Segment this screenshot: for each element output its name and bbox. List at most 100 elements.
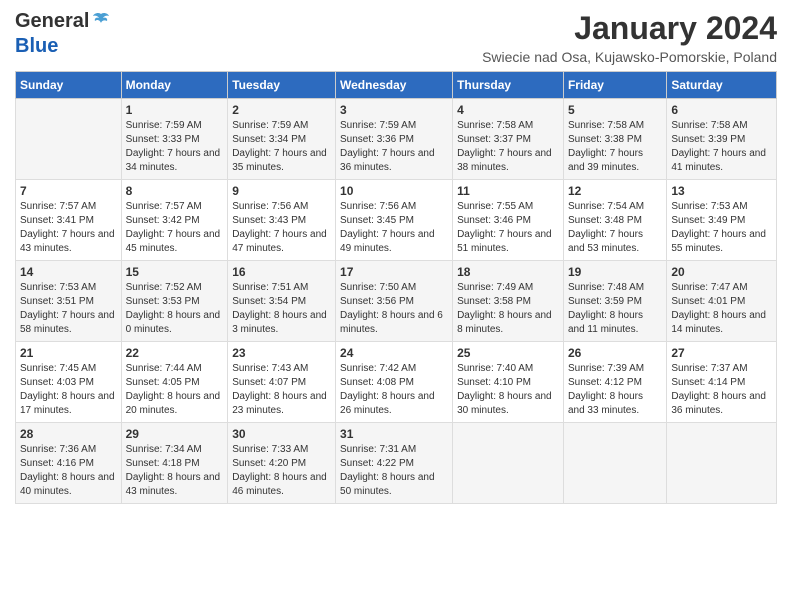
cell-1-6: 5 Sunrise: 7:58 AMSunset: 3:38 PMDaylight… xyxy=(563,99,666,180)
week-row-1: 1 Sunrise: 7:59 AMSunset: 3:33 PMDaylight… xyxy=(16,99,777,180)
cell-1-4: 3 Sunrise: 7:59 AMSunset: 3:36 PMDaylight… xyxy=(336,99,453,180)
header-sunday: Sunday xyxy=(16,72,122,99)
day-number: 11 xyxy=(457,184,559,198)
week-row-4: 21 Sunrise: 7:45 AMSunset: 4:03 PMDayligh… xyxy=(16,342,777,423)
header-tuesday: Tuesday xyxy=(228,72,336,99)
day-info: Sunrise: 7:34 AMSunset: 4:18 PMDaylight:… xyxy=(126,443,224,499)
cell-2-7: 13Sunrise: 7:53 AMSunset: 3:49 PMDayligh… xyxy=(667,180,777,261)
day-number: 2 xyxy=(232,103,331,117)
cell-4-1: 21 Sunrise: 7:45 AMSunset: 4:03 PMDayligh… xyxy=(16,342,122,423)
day-number: 25 xyxy=(457,346,559,360)
day-info: Sunrise: 7:51 AMSunset: 3:54 PMDaylight:… xyxy=(232,281,331,337)
header-friday: Friday xyxy=(563,72,666,99)
cell-3-3: 16 Sunrise: 7:51 AMSunset: 3:54 PMDayligh… xyxy=(228,261,336,342)
header-monday: Monday xyxy=(121,72,228,99)
cell-3-6: 19 Sunrise: 7:48 AMSunset: 3:59 PMDayligh… xyxy=(563,261,666,342)
day-number: 24 xyxy=(340,346,448,360)
cell-4-7: 27Sunrise: 7:37 AMSunset: 4:14 PMDayligh… xyxy=(667,342,777,423)
day-number: 16 xyxy=(232,265,331,279)
day-number: 13 xyxy=(671,184,772,198)
cell-2-2: 8 Sunrise: 7:57 AMSunset: 3:42 PMDaylight… xyxy=(121,180,228,261)
calendar-header: Sunday Monday Tuesday Wednesday Thursday… xyxy=(16,72,777,99)
day-number: 15 xyxy=(126,265,224,279)
day-info: Sunrise: 7:55 AMSunset: 3:46 PMDaylight:… xyxy=(457,200,559,256)
day-number: 26 xyxy=(568,346,662,360)
day-info: Sunrise: 7:45 AMSunset: 4:03 PMDaylight:… xyxy=(20,362,117,418)
header-thursday: Thursday xyxy=(453,72,564,99)
cell-5-5 xyxy=(453,423,564,504)
day-number: 21 xyxy=(20,346,117,360)
cell-3-7: 20 Sunrise: 7:47 AMSunset: 4:01 PMDayligh… xyxy=(667,261,777,342)
day-info: Sunrise: 7:54 AMSunset: 3:48 PMDaylight:… xyxy=(568,200,662,256)
cell-4-3: 23Sunrise: 7:43 AMSunset: 4:07 PMDayligh… xyxy=(228,342,336,423)
logo: General Blue xyxy=(15,10,111,57)
cell-1-5: 4Sunrise: 7:58 AMSunset: 3:37 PMDaylight… xyxy=(453,99,564,180)
cell-1-3: 2 Sunrise: 7:59 AMSunset: 3:34 PMDaylight… xyxy=(228,99,336,180)
day-number: 7 xyxy=(20,184,117,198)
day-info: Sunrise: 7:58 AMSunset: 3:37 PMDaylight:… xyxy=(457,119,559,175)
day-info: Sunrise: 7:52 AMSunset: 3:53 PMDaylight:… xyxy=(126,281,224,337)
main-title: January 2024 xyxy=(482,10,777,47)
day-info: Sunrise: 7:58 AMSunset: 3:38 PMDaylight:… xyxy=(568,119,662,175)
day-number: 5 xyxy=(568,103,662,117)
day-info: Sunrise: 7:39 AMSunset: 4:12 PMDaylight:… xyxy=(568,362,662,418)
day-number: 20 xyxy=(671,265,772,279)
day-info: Sunrise: 7:59 AMSunset: 3:36 PMDaylight:… xyxy=(340,119,448,175)
week-row-5: 28 Sunrise: 7:36 AMSunset: 4:16 PMDayligh… xyxy=(16,423,777,504)
logo-bird-icon xyxy=(91,10,111,35)
day-info: Sunrise: 7:49 AMSunset: 3:58 PMDaylight:… xyxy=(457,281,559,337)
cell-5-6 xyxy=(563,423,666,504)
cell-4-4: 24 Sunrise: 7:42 AMSunset: 4:08 PMDayligh… xyxy=(336,342,453,423)
day-info: Sunrise: 7:40 AMSunset: 4:10 PMDaylight:… xyxy=(457,362,559,418)
header: General Blue January 2024 Swiecie nad Os… xyxy=(15,10,777,65)
title-area: January 2024 Swiecie nad Osa, Kujawsko-P… xyxy=(482,10,777,65)
day-info: Sunrise: 7:47 AMSunset: 4:01 PMDaylight:… xyxy=(671,281,772,337)
day-info: Sunrise: 7:43 AMSunset: 4:07 PMDaylight:… xyxy=(232,362,331,418)
day-info: Sunrise: 7:58 AMSunset: 3:39 PMDaylight:… xyxy=(671,119,772,175)
day-info: Sunrise: 7:33 AMSunset: 4:20 PMDaylight:… xyxy=(232,443,331,499)
day-info: Sunrise: 7:53 AMSunset: 3:51 PMDaylight:… xyxy=(20,281,117,337)
day-number: 29 xyxy=(126,427,224,441)
cell-3-5: 18 Sunrise: 7:49 AMSunset: 3:58 PMDayligh… xyxy=(453,261,564,342)
calendar-body: 1 Sunrise: 7:59 AMSunset: 3:33 PMDaylight… xyxy=(16,99,777,504)
day-number: 1 xyxy=(126,103,224,117)
day-number: 6 xyxy=(671,103,772,117)
cell-3-1: 14 Sunrise: 7:53 AMSunset: 3:51 PMDayligh… xyxy=(16,261,122,342)
day-info: Sunrise: 7:56 AMSunset: 3:45 PMDaylight:… xyxy=(340,200,448,256)
day-info: Sunrise: 7:59 AMSunset: 3:33 PMDaylight:… xyxy=(126,119,224,175)
header-wednesday: Wednesday xyxy=(336,72,453,99)
cell-2-3: 9Sunrise: 7:56 AMSunset: 3:43 PMDaylight… xyxy=(228,180,336,261)
day-number: 8 xyxy=(126,184,224,198)
logo-general-text: General xyxy=(15,10,89,32)
cell-3-2: 15 Sunrise: 7:52 AMSunset: 3:53 PMDayligh… xyxy=(121,261,228,342)
day-info: Sunrise: 7:59 AMSunset: 3:34 PMDaylight:… xyxy=(232,119,331,175)
day-info: Sunrise: 7:56 AMSunset: 3:43 PMDaylight:… xyxy=(232,200,331,256)
cell-1-1 xyxy=(16,99,122,180)
cell-2-6: 12 Sunrise: 7:54 AMSunset: 3:48 PMDayligh… xyxy=(563,180,666,261)
logo-blue-text: Blue xyxy=(15,35,58,57)
calendar-table: Sunday Monday Tuesday Wednesday Thursday… xyxy=(15,71,777,504)
logo-general-line: General xyxy=(15,10,111,35)
cell-1-2: 1 Sunrise: 7:59 AMSunset: 3:33 PMDaylight… xyxy=(121,99,228,180)
day-number: 18 xyxy=(457,265,559,279)
cell-5-1: 28 Sunrise: 7:36 AMSunset: 4:16 PMDayligh… xyxy=(16,423,122,504)
day-info: Sunrise: 7:31 AMSunset: 4:22 PMDaylight:… xyxy=(340,443,448,499)
day-info: Sunrise: 7:50 AMSunset: 3:56 PMDaylight:… xyxy=(340,281,448,337)
cell-4-2: 22Sunrise: 7:44 AMSunset: 4:05 PMDayligh… xyxy=(121,342,228,423)
day-number: 3 xyxy=(340,103,448,117)
header-row: Sunday Monday Tuesday Wednesday Thursday… xyxy=(16,72,777,99)
day-number: 19 xyxy=(568,265,662,279)
day-info: Sunrise: 7:36 AMSunset: 4:16 PMDaylight:… xyxy=(20,443,117,499)
day-info: Sunrise: 7:57 AMSunset: 3:41 PMDaylight:… xyxy=(20,200,117,256)
day-info: Sunrise: 7:37 AMSunset: 4:14 PMDaylight:… xyxy=(671,362,772,418)
day-number: 30 xyxy=(232,427,331,441)
day-info: Sunrise: 7:57 AMSunset: 3:42 PMDaylight:… xyxy=(126,200,224,256)
day-info: Sunrise: 7:48 AMSunset: 3:59 PMDaylight:… xyxy=(568,281,662,337)
subtitle: Swiecie nad Osa, Kujawsko-Pomorskie, Pol… xyxy=(482,49,777,65)
week-row-2: 7 Sunrise: 7:57 AMSunset: 3:41 PMDaylight… xyxy=(16,180,777,261)
week-row-3: 14 Sunrise: 7:53 AMSunset: 3:51 PMDayligh… xyxy=(16,261,777,342)
day-number: 14 xyxy=(20,265,117,279)
day-number: 28 xyxy=(20,427,117,441)
day-info: Sunrise: 7:42 AMSunset: 4:08 PMDaylight:… xyxy=(340,362,448,418)
day-number: 12 xyxy=(568,184,662,198)
